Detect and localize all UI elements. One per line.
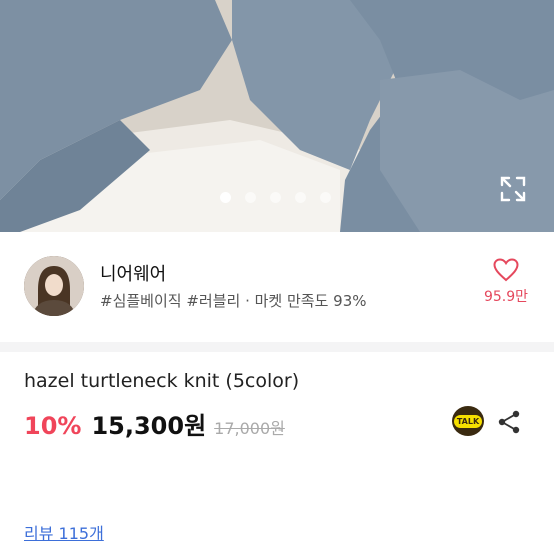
sale-price: 15,300원 [91,412,207,440]
carousel-dot[interactable] [295,192,306,203]
shop-tags: #심플베이직 #러블리 · 마켓 만족도 93% [100,292,367,310]
share-icon[interactable] [497,410,521,434]
kakao-talk-icon[interactable]: TALK [452,406,484,436]
talk-label: TALK [453,414,483,428]
carousel-dot[interactable] [320,192,331,203]
expand-icon[interactable] [500,176,526,202]
price-row: 10% 15,300원 17,000원 [24,406,285,440]
review-link[interactable]: 리뷰 115개 [24,520,104,544]
shop-name[interactable]: 니어웨어 [100,260,166,286]
product-title: hazel turtleneck knit (5color) [24,370,300,392]
discount-rate: 10% [24,412,82,440]
seller-avatar[interactable] [24,256,84,316]
like-count: 95.9만 [483,289,529,305]
original-price: 17,000원 [214,419,285,438]
product-image-carousel[interactable] [0,0,554,232]
seller-info[interactable]: 니어웨어 #심플베이직 #러블리 · 마켓 만족도 93% 95.9만 [0,232,554,336]
carousel-dot[interactable] [245,192,256,203]
heart-icon [493,258,519,282]
carousel-dot[interactable] [270,192,281,203]
carousel-dot[interactable] [220,192,231,203]
like-button[interactable]: 95.9만 [478,258,534,306]
carousel-indicator [220,192,331,203]
section-divider [0,342,554,352]
